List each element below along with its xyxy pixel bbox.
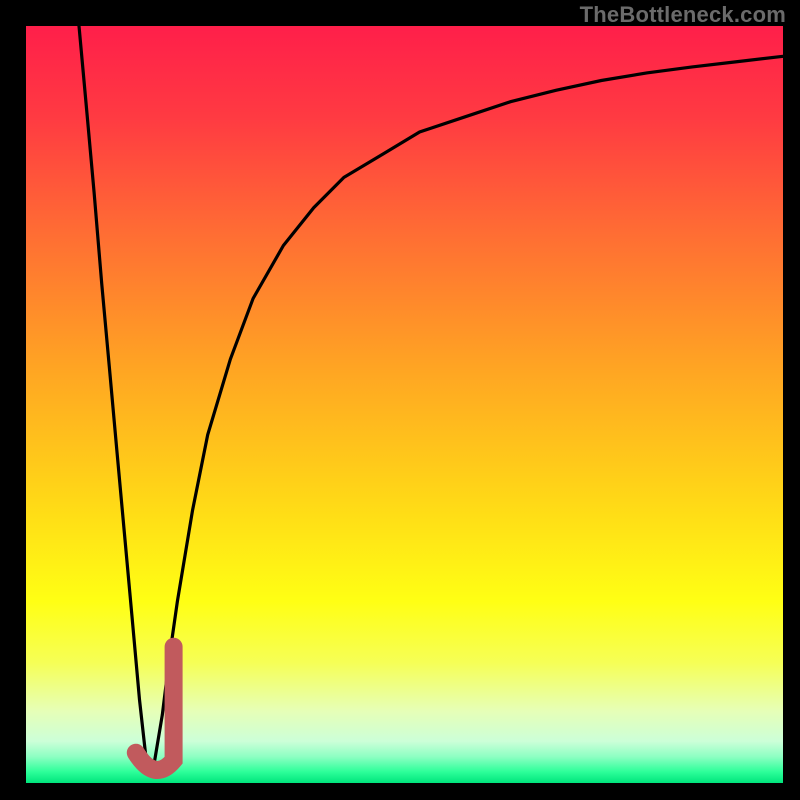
outer-frame: TheBottleneck.com	[0, 0, 800, 800]
watermark-text: TheBottleneck.com	[580, 2, 786, 28]
chart-curves	[26, 26, 783, 783]
plot-area	[26, 26, 783, 783]
bottleneck-curve	[79, 26, 783, 768]
